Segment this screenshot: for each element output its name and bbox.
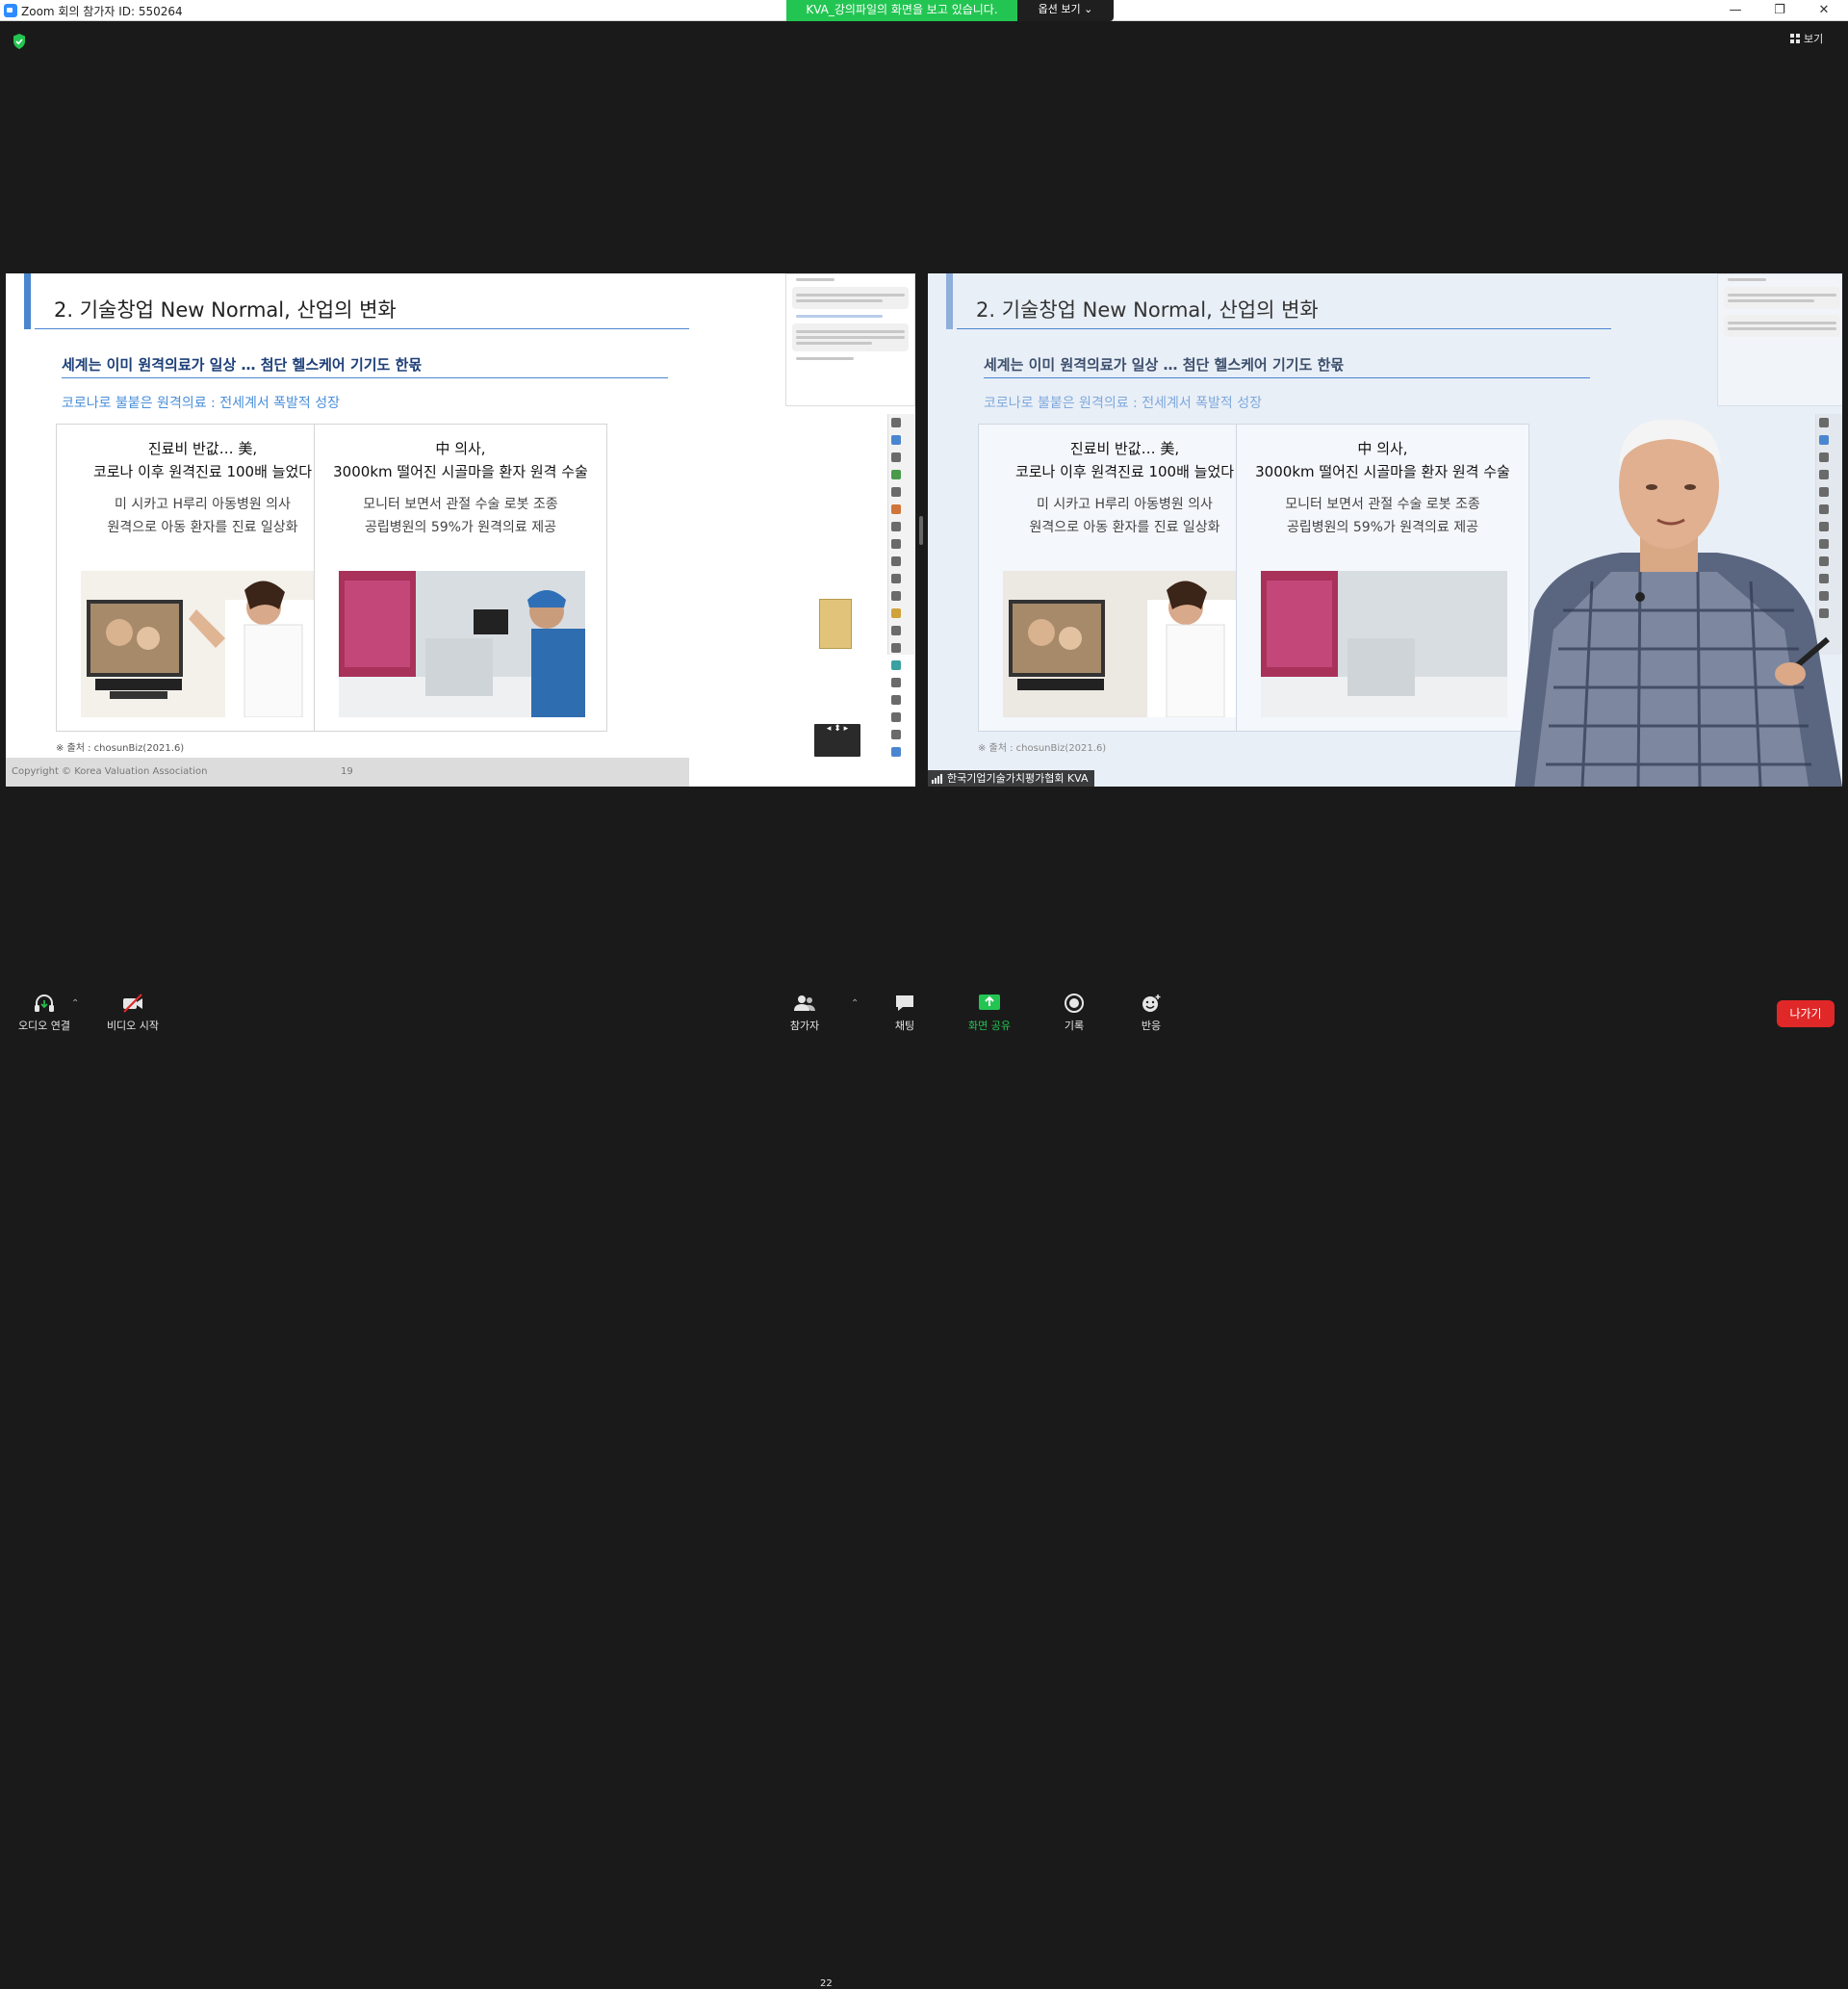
- participants-options-caret[interactable]: ⌃: [851, 998, 859, 1009]
- subtitle-divider: [62, 377, 668, 378]
- chat-button[interactable]: 채팅: [866, 993, 943, 1033]
- video-start-button[interactable]: 비디오 시작: [94, 993, 171, 1033]
- page-number: 19: [341, 766, 353, 777]
- title-divider: [35, 328, 689, 329]
- annotation-toolstrip[interactable]: [887, 414, 914, 757]
- news-box-2: 中 의사, 3000km 떨어진 시골마을 환자 원격 수술 모니터 보면서 관…: [314, 424, 607, 732]
- encryption-shield-icon[interactable]: [12, 33, 27, 50]
- presenter-video: [1515, 419, 1842, 787]
- news-box-1: 진료비 반값… 美, 코로나 이후 원격진료 100배 늘었다 미 시카고 H루…: [978, 424, 1271, 732]
- leave-meeting-button[interactable]: 나가기: [1777, 1000, 1835, 1027]
- box1-heading1: 진료비 반값… 美,: [147, 440, 258, 457]
- headphones-icon: [35, 994, 54, 1012]
- slide-title-bar: [24, 273, 31, 329]
- window-title: Zoom 회의 참가자 ID: 550264: [21, 5, 183, 18]
- box1-heading2: 코로나 이후 원격진료 100배 늘었다: [1014, 463, 1235, 480]
- shared-screen-panel: 2. 기술창업 New Normal, 산업의 변화 세계는 이미 원격의료가 …: [6, 273, 915, 787]
- chat-thumbnail: [1717, 273, 1842, 406]
- view-button[interactable]: 보기: [1790, 31, 1823, 46]
- panel-splitter[interactable]: [919, 516, 923, 545]
- box2-text1: 모니터 보면서 관절 수술 로봇 조종: [363, 497, 558, 512]
- box1-text1: 미 시카고 H루리 아동병원 의사: [115, 497, 291, 512]
- slide-footer: Copyright © Korea Valuation Association …: [6, 758, 689, 787]
- box1-text1: 미 시카고 H루리 아동병원 의사: [1037, 497, 1213, 512]
- signal-strength-icon: [932, 774, 943, 784]
- slide-title-bar: [946, 273, 953, 329]
- remote-surgery-photo: [1261, 571, 1507, 717]
- sticky-note-widget[interactable]: [819, 599, 852, 649]
- speaker-video-panel: 2. 기술창업 New Normal, 산업의 변화 세계는 이미 원격의료가 …: [928, 273, 1842, 787]
- audio-options-caret[interactable]: ⌃: [71, 998, 79, 1009]
- telemedicine-photo: [81, 571, 327, 717]
- news-box-1: 진료비 반값… 美, 코로나 이후 원격진료 100배 늘었다 미 시카고 H루…: [56, 424, 349, 732]
- grid-icon: [1790, 34, 1800, 43]
- reactions-button[interactable]: 반응: [1113, 993, 1190, 1033]
- telemedicine-photo: [1003, 571, 1249, 717]
- slide-title: 2. 기술창업 New Normal, 산업의 변화: [976, 298, 1319, 322]
- view-options-button[interactable]: 옵션 보기 ⌄: [1017, 0, 1114, 21]
- chat-icon: [896, 995, 913, 1011]
- close-button[interactable]: ✕: [1802, 0, 1846, 21]
- slide-source: ※ 출처 : chosunBiz(2021.6): [978, 743, 1107, 754]
- minimize-button[interactable]: —: [1713, 0, 1758, 21]
- share-screen-button[interactable]: 화면 공유: [951, 993, 1028, 1033]
- box2-heading1: 中 의사,: [435, 440, 486, 457]
- participants-icon: [794, 995, 815, 1011]
- slide-blue-heading: 코로나로 불붙은 원격의료 : 전세계서 폭발적 성장: [62, 396, 341, 411]
- box1-text2: 원격으로 아동 환자를 진료 일상화: [107, 520, 298, 535]
- record-button[interactable]: 기록: [1036, 993, 1113, 1033]
- participant-name-badge: 한국기업기술가치평가협회 KVA: [928, 770, 1094, 787]
- slide-subtitle: 세계는 이미 원격의료가 일상 … 첨단 헬스케어 기기도 한몫: [62, 356, 423, 374]
- slide-navigator-widget[interactable]: ◂ ⬍ ▸: [812, 722, 862, 759]
- restore-button[interactable]: ❐: [1758, 0, 1802, 21]
- participants-count: 22: [820, 1978, 833, 1989]
- share-screen-icon: [979, 994, 1000, 1010]
- emoji-plus-icon: [1142, 994, 1161, 1012]
- box2-heading2: 3000km 떨어진 시골마을 환자 원격 수술: [333, 463, 588, 480]
- subtitle-divider: [984, 377, 1590, 378]
- chat-thumbnail: [785, 273, 915, 406]
- zoom-app-icon: [4, 4, 17, 17]
- box1-heading2: 코로나 이후 원격진료 100배 늘었다: [92, 463, 313, 480]
- slide-source: ※ 출처 : chosunBiz(2021.6): [56, 743, 185, 754]
- copyright-text: Copyright © Korea Valuation Association: [12, 766, 208, 777]
- box2-text2: 공립병원의 59%가 원격의료 제공: [364, 520, 557, 535]
- video-off-icon: [123, 994, 142, 1013]
- box1-heading1: 진료비 반값… 美,: [1069, 440, 1180, 457]
- title-divider: [957, 328, 1611, 329]
- slide-title: 2. 기술창업 New Normal, 산업의 변화: [54, 298, 397, 322]
- slide-subtitle: 세계는 이미 원격의료가 일상 … 첨단 헬스케어 기기도 한몫: [984, 356, 1345, 374]
- screen-share-banner: KVA_강의파일의 화면을 보고 있습니다.: [786, 0, 1017, 21]
- box1-text2: 원격으로 아동 환자를 진료 일상화: [1029, 520, 1220, 535]
- meeting-toolbar: 오디오 연결 ⌃ 비디오 시작 참가자 22 ⌃ 채팅 화면 공유 기록 반응 …: [0, 983, 1848, 1989]
- remote-surgery-photo: [339, 571, 585, 717]
- slide-blue-heading: 코로나로 불붙은 원격의료 : 전세계서 폭발적 성장: [984, 396, 1263, 411]
- record-icon: [1065, 994, 1084, 1013]
- participants-button[interactable]: 참가자: [766, 993, 843, 1033]
